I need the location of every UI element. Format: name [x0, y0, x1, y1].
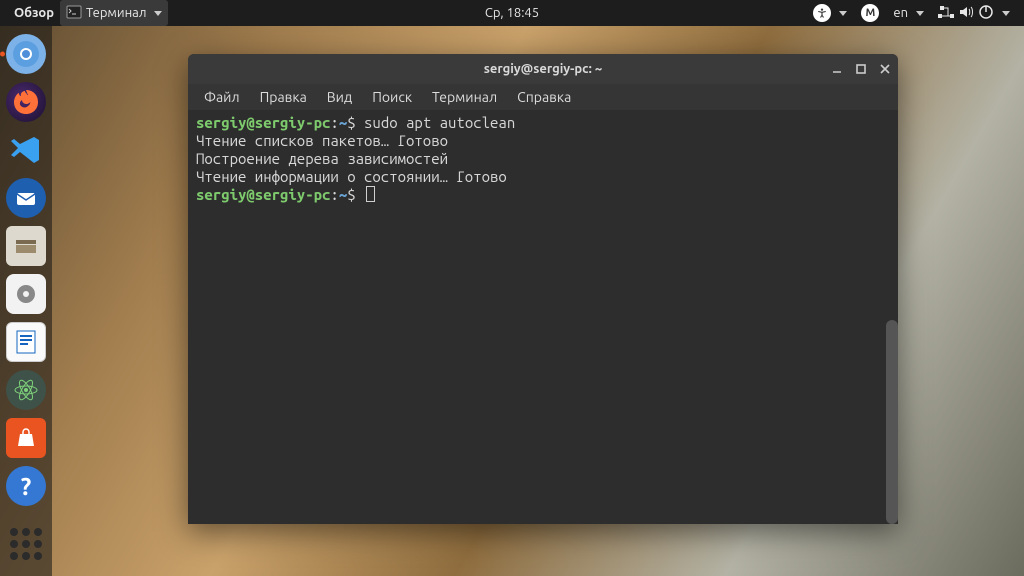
chevron-down-icon [839, 11, 847, 16]
menubar: Файл Правка Вид Поиск Терминал Справка [188, 84, 898, 110]
dock-item-thunderbird[interactable] [4, 176, 48, 220]
menu-view[interactable]: Вид [317, 87, 362, 107]
output-line: Построение дерева зависимостей [196, 150, 448, 167]
top-bar: Обзор Терминал Ср, 18:45 M en [0, 0, 1024, 26]
titlebar[interactable]: sergiy@sergiy-pc: ~ [188, 54, 898, 84]
scrollbar[interactable] [886, 320, 898, 524]
menu-edit[interactable]: Правка [250, 87, 317, 107]
files-icon [6, 226, 46, 266]
dock-item-chromium[interactable] [4, 32, 48, 76]
prompt-path: ~ [339, 186, 347, 203]
dock: ? [0, 26, 52, 576]
accessibility-icon [813, 4, 831, 22]
chromium-icon [6, 34, 46, 74]
chevron-down-icon [916, 11, 924, 16]
accessibility-menu[interactable] [807, 4, 853, 22]
terminal-viewport[interactable]: sergiy@sergiy-pc:~$ sudo apt autoclean Ч… [188, 110, 898, 524]
menu-file[interactable]: Файл [194, 87, 250, 107]
power-icon [978, 4, 994, 23]
mega-indicator[interactable]: M [855, 4, 885, 22]
clock-button[interactable]: Ср, 18:45 [479, 0, 545, 26]
input-source-label: en [893, 6, 908, 20]
menu-search[interactable]: Поиск [362, 87, 422, 107]
output-line: Чтение списков пакетов… Готово [196, 132, 448, 149]
chevron-down-icon [154, 11, 162, 16]
apps-grid-icon [10, 528, 42, 560]
dock-item-vscode[interactable] [4, 128, 48, 172]
chevron-down-icon [1002, 11, 1010, 16]
output-line: Чтение информации о состоянии… Готово [196, 168, 507, 185]
system-menu[interactable] [932, 4, 1016, 23]
show-apps-button[interactable] [4, 526, 48, 570]
mega-icon: M [861, 4, 879, 22]
prompt-symbol: $ [347, 186, 355, 203]
maximize-button[interactable] [854, 62, 868, 76]
terminal-icon [66, 4, 82, 23]
dock-item-writer[interactable] [4, 320, 48, 364]
dock-item-atom[interactable] [4, 368, 48, 412]
cursor [366, 186, 375, 202]
prompt-symbol: $ [347, 114, 355, 131]
command-text: sudo apt autoclean [364, 114, 515, 131]
vscode-icon [6, 130, 46, 170]
activities-button[interactable]: Обзор [8, 0, 60, 26]
thunderbird-icon [6, 178, 46, 218]
active-app-label: Терминал [86, 6, 146, 20]
dock-item-help[interactable]: ? [4, 464, 48, 508]
volume-icon [958, 4, 974, 23]
menu-terminal[interactable]: Терминал [422, 87, 507, 107]
disks-icon [6, 274, 46, 314]
input-source-menu[interactable]: en [887, 6, 930, 20]
minimize-button[interactable] [830, 62, 844, 76]
software-icon [6, 418, 46, 458]
help-icon: ? [6, 466, 46, 506]
dock-item-software[interactable] [4, 416, 48, 460]
active-app-menu[interactable]: Терминал [60, 0, 168, 26]
terminal-window: sergiy@sergiy-pc: ~ Файл Правка Вид Поис… [188, 54, 898, 524]
prompt-sep: : [330, 114, 338, 131]
prompt-user-host: sergiy@sergiy-pc [196, 114, 330, 131]
firefox-icon [6, 82, 46, 122]
close-button[interactable] [878, 62, 892, 76]
prompt-user-host: sergiy@sergiy-pc [196, 186, 330, 203]
writer-icon [6, 322, 46, 362]
window-title: sergiy@sergiy-pc: ~ [484, 62, 602, 76]
window-controls [830, 62, 892, 76]
network-icon [938, 4, 954, 23]
dock-item-disks[interactable] [4, 272, 48, 316]
dock-item-files[interactable] [4, 224, 48, 268]
atom-icon [6, 370, 46, 410]
menu-help[interactable]: Справка [507, 87, 581, 107]
dock-item-firefox[interactable] [4, 80, 48, 124]
running-indicator [0, 52, 5, 57]
prompt-sep: : [330, 186, 338, 203]
prompt-path: ~ [339, 114, 347, 131]
